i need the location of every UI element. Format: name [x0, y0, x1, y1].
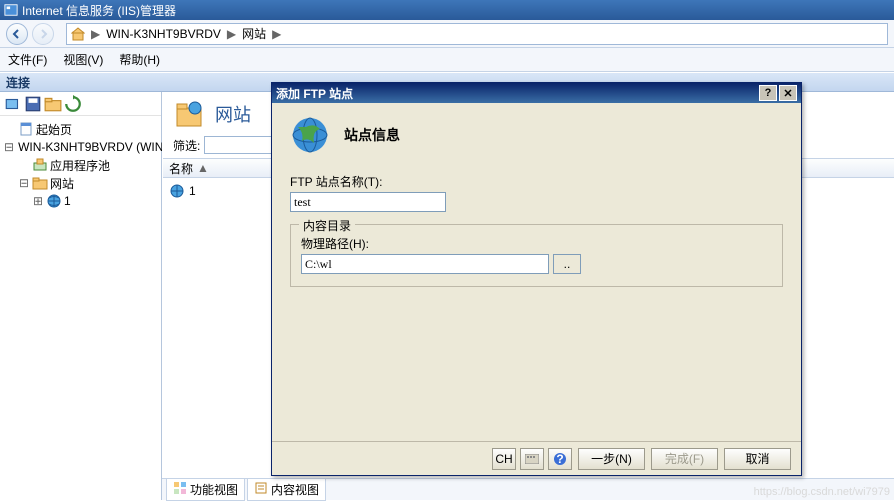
globe-icon: [46, 193, 62, 209]
app-title: Internet 信息服务 (IIS)管理器: [22, 2, 176, 19]
app-icon: [4, 3, 18, 17]
content-icon: [254, 481, 268, 498]
globe-icon: [169, 183, 185, 199]
expand-toggle[interactable]: ⊞: [32, 194, 44, 208]
dialog-title: 添加 FTP 站点: [276, 85, 353, 102]
close-button[interactable]: ✕: [779, 85, 797, 101]
tree-label: 起始页: [36, 121, 72, 138]
help-button[interactable]: ?: [759, 85, 777, 101]
chevron-right-icon: ▶: [272, 27, 281, 41]
chevron-right-icon: ▶: [91, 27, 100, 41]
connections-tree: 起始页 ⊟ WIN-K3NHT9BVRDV (WIN 应用程序池 ⊟ 网站 ⊞ …: [0, 116, 161, 214]
dialog-body: 站点信息 FTP 站点名称(T): 内容目录 物理路径(H): ..: [272, 103, 801, 441]
dialog-header: 站点信息: [290, 115, 783, 155]
apppool-icon: [32, 157, 48, 173]
svg-text:?: ?: [556, 452, 563, 466]
page-title: 网站: [215, 101, 251, 127]
add-ftp-site-dialog: 添加 FTP 站点 ? ✕ 站点信息 FTP 站点名称(T): 内容目录 物理路…: [271, 82, 802, 476]
menu-view[interactable]: 视图(V): [63, 51, 103, 68]
forward-button[interactable]: [32, 23, 54, 45]
tab-label: 内容视图: [271, 481, 319, 498]
collapse-toggle[interactable]: ⊟: [4, 140, 14, 154]
browse-button[interactable]: ..: [553, 254, 581, 274]
physical-path-input[interactable]: [301, 254, 549, 274]
breadcrumb-host[interactable]: WIN-K3NHT9BVRDV: [106, 27, 221, 41]
nav-bar: ▶ WIN-K3NHT9BVRDV ▶ 网站 ▶: [0, 20, 894, 48]
tab-label: 功能视图: [190, 481, 238, 498]
menu-bar: 文件(F) 视图(V) 帮助(H): [0, 48, 894, 72]
keyboard-icon[interactable]: [520, 448, 544, 470]
chevron-right-icon: ▶: [227, 27, 236, 41]
tree-label: 1: [64, 194, 71, 208]
back-button[interactable]: [6, 23, 28, 45]
tab-features[interactable]: 功能视图: [166, 478, 245, 501]
next-button[interactable]: 一步(N): [578, 448, 645, 470]
group-legend: 内容目录: [299, 217, 355, 234]
sidebar: 起始页 ⊟ WIN-K3NHT9BVRDV (WIN 应用程序池 ⊟ 网站 ⊞ …: [0, 92, 162, 500]
dialog-titlebar: 添加 FTP 站点 ? ✕: [272, 83, 801, 103]
connections-label: 连接: [6, 74, 30, 91]
tree-site-1[interactable]: ⊞ 1: [4, 192, 157, 210]
tree-start-page[interactable]: 起始页: [4, 120, 157, 138]
sort-asc-icon: ▲: [197, 161, 209, 175]
collapse-toggle[interactable]: ⊟: [18, 176, 30, 190]
help-icon[interactable]: ?: [548, 448, 572, 470]
physical-path-label: 物理路径(H):: [301, 235, 772, 252]
tree-label: 应用程序池: [50, 157, 110, 174]
tab-content[interactable]: 内容视图: [247, 478, 326, 501]
tree-sites[interactable]: ⊟ 网站: [4, 174, 157, 192]
home-icon: [71, 27, 85, 41]
watermark: https://blog.csdn.net/wi7979: [754, 486, 890, 498]
column-name[interactable]: 名称: [169, 160, 193, 177]
filter-label: 筛选:: [173, 137, 200, 154]
start-page-icon: [18, 121, 34, 137]
lang-ch-button[interactable]: CH: [492, 448, 516, 470]
finish-button: 完成(F): [651, 448, 718, 470]
dialog-section-title: 站点信息: [344, 125, 400, 145]
list-item-label: 1: [189, 184, 196, 198]
breadcrumb-node[interactable]: 网站: [242, 25, 266, 42]
tree-host[interactable]: ⊟ WIN-K3NHT9BVRDV (WIN: [4, 138, 157, 156]
sites-icon: [173, 98, 205, 130]
menu-file[interactable]: 文件(F): [8, 51, 47, 68]
breadcrumb[interactable]: ▶ WIN-K3NHT9BVRDV ▶ 网站 ▶: [66, 23, 888, 45]
sidebar-toolbar: [0, 92, 161, 116]
menu-help[interactable]: 帮助(H): [119, 51, 160, 68]
features-icon: [173, 481, 187, 498]
connect-icon[interactable]: [4, 95, 22, 113]
tree-label: 网站: [50, 175, 74, 192]
content-directory-group: 内容目录 物理路径(H): ..: [290, 224, 783, 287]
tree-label: WIN-K3NHT9BVRDV (WIN: [18, 140, 163, 154]
tree-apppool[interactable]: 应用程序池: [4, 156, 157, 174]
site-name-label: FTP 站点名称(T):: [290, 173, 783, 190]
folder-icon[interactable]: [44, 95, 62, 113]
cancel-button[interactable]: 取消: [724, 448, 791, 470]
save-icon[interactable]: [24, 95, 42, 113]
app-titlebar: Internet 信息服务 (IIS)管理器: [0, 0, 894, 20]
globe-icon: [290, 115, 330, 155]
dialog-footer: CH ? 一步(N) 完成(F) 取消: [272, 441, 801, 475]
sites-folder-icon: [32, 175, 48, 191]
refresh-icon[interactable]: [64, 95, 82, 113]
site-name-input[interactable]: [290, 192, 446, 212]
